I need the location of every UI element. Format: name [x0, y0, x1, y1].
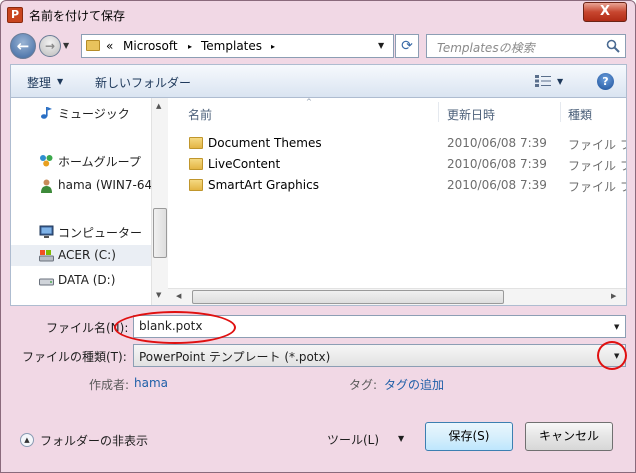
sidebar-item-music[interactable]: ミュージック	[11, 102, 151, 123]
sidebar-item-homegroup[interactable]: ホームグループ	[11, 150, 151, 171]
address-bar[interactable]: « Microsoft ▸ Templates ▸ ▼	[81, 34, 394, 58]
new-folder-button[interactable]: 新しいフォルダー	[95, 74, 191, 91]
folder-icon	[189, 179, 203, 191]
sidebar-item-drive-d[interactable]: DATA (D:)	[11, 270, 151, 291]
file-name: Document Themes	[208, 136, 322, 150]
sidebar-item-label: ホームグループ	[58, 155, 141, 169]
sidebar-item-label: コンピューター	[58, 226, 143, 240]
column-header-type[interactable]: 種類	[568, 106, 592, 123]
save-button[interactable]: 保存(S)	[425, 422, 513, 451]
file-type: ファイル フ	[568, 138, 626, 152]
navigation-pane: ミュージック ホームグループ hama (WIN7-64 コンピューター ACE…	[11, 98, 151, 305]
save-as-dialog: P 名前を付けて保存 X ← → ▼ « Microsoft ▸ Templat…	[0, 0, 636, 473]
file-date: 2010/06/08 7:39	[447, 136, 547, 150]
view-options-icon[interactable]	[535, 75, 551, 87]
user-icon	[41, 179, 52, 193]
back-button[interactable]: ←	[10, 33, 36, 59]
author-label: 作成者:	[89, 378, 130, 392]
file-list: ^ 名前 更新日時 種類 Document Themes 2010/06/08 …	[168, 98, 626, 305]
filetype-select[interactable]: PowerPoint テンプレート (*.potx) ▼	[133, 344, 626, 367]
file-name: SmartArt Graphics	[208, 178, 319, 192]
horizontal-scrollbar[interactable]: ◀ ▶	[168, 288, 626, 305]
file-type: ファイル フ	[568, 159, 626, 173]
folder-icon	[189, 137, 203, 149]
file-name: LiveContent	[208, 157, 281, 171]
filetype-value: PowerPoint テンプレート (*.potx)	[139, 350, 331, 364]
file-row[interactable]: SmartArt Graphics 2010/06/08 7:39 ファイル フ	[168, 175, 626, 196]
column-header-date[interactable]: 更新日時	[447, 106, 495, 123]
breadcrumb-chevron-icon[interactable]: ▸	[271, 42, 275, 51]
hide-folders-label: フォルダーの非表示	[40, 434, 149, 448]
breadcrumb-overflow[interactable]: «	[106, 39, 113, 53]
chevron-down-icon[interactable]: ▼	[614, 352, 619, 360]
sidebar-scrollbar[interactable]: ▲ ▼	[151, 98, 168, 305]
scrollbar-thumb[interactable]	[153, 208, 167, 258]
sidebar-item-label: ミュージック	[58, 107, 130, 121]
file-date: 2010/06/08 7:39	[447, 157, 547, 171]
title-bar: P 名前を付けて保存 X	[1, 1, 635, 29]
history-dropdown-icon[interactable]: ▼	[63, 41, 69, 50]
navigation-bar: ← → ▼ « Microsoft ▸ Templates ▸ ▼ ⟳ Temp…	[1, 29, 635, 64]
scroll-left-icon[interactable]: ◀	[176, 292, 181, 300]
filename-input[interactable]: blank.potx ▼	[133, 315, 626, 338]
sort-ascending-icon: ^	[306, 98, 312, 106]
organize-button[interactable]: 整理	[27, 74, 51, 91]
homegroup-icon	[40, 155, 53, 167]
cancel-button[interactable]: キャンセル	[525, 422, 613, 451]
scroll-down-icon[interactable]: ▼	[156, 291, 161, 299]
file-row[interactable]: Document Themes 2010/06/08 7:39 ファイル フ	[168, 133, 626, 154]
scroll-right-icon[interactable]: ▶	[611, 292, 616, 300]
powerpoint-icon: P	[7, 7, 23, 23]
file-type: ファイル フ	[568, 180, 626, 194]
address-dropdown-icon[interactable]: ▼	[378, 41, 384, 50]
search-icon[interactable]	[606, 39, 620, 53]
sidebar-item-drive-c[interactable]: ACER (C:)	[11, 245, 151, 266]
breadcrumb-chevron-icon[interactable]: ▸	[188, 42, 192, 51]
close-button[interactable]: X	[583, 2, 627, 22]
chevron-down-icon[interactable]: ▼	[557, 77, 563, 86]
sidebar-item-user[interactable]: hama (WIN7-64	[11, 175, 151, 196]
tools-button[interactable]: ツール(L)	[327, 431, 379, 448]
file-date: 2010/06/08 7:39	[447, 178, 547, 192]
column-divider[interactable]	[560, 102, 561, 122]
window-title: 名前を付けて保存	[29, 9, 126, 23]
sidebar-item-label: ACER (C:)	[58, 248, 116, 262]
chevron-up-icon: ▲	[20, 433, 34, 447]
author-field[interactable]: hama	[134, 376, 168, 390]
forward-button[interactable]: →	[39, 35, 61, 57]
filename-label: ファイル名(N):	[46, 321, 129, 335]
drive-icon	[39, 250, 54, 262]
filetype-label: ファイルの種類(T):	[22, 350, 127, 364]
browser-panes: ミュージック ホームグループ hama (WIN7-64 コンピューター ACE…	[10, 97, 627, 306]
filename-value: blank.potx	[139, 319, 203, 333]
tag-label: タグ:	[349, 378, 378, 392]
folder-icon	[189, 158, 203, 170]
breadcrumb-templates[interactable]: Templates	[201, 39, 262, 53]
breadcrumb-microsoft[interactable]: Microsoft	[123, 39, 178, 53]
column-divider[interactable]	[438, 102, 439, 122]
drive-icon	[39, 278, 54, 286]
command-toolbar: 整理 ▼ 新しいフォルダー ▼ ?	[10, 64, 627, 97]
folder-icon	[86, 40, 100, 51]
chevron-down-icon[interactable]: ▼	[57, 77, 63, 86]
music-icon	[41, 107, 52, 119]
scroll-up-icon[interactable]: ▲	[156, 102, 161, 110]
chevron-down-icon[interactable]: ▼	[398, 434, 404, 443]
help-button[interactable]: ?	[597, 73, 614, 90]
refresh-button[interactable]: ⟳	[395, 34, 419, 58]
scrollbar-thumb[interactable]	[192, 290, 504, 304]
column-header-name[interactable]: 名前	[188, 106, 212, 123]
sidebar-item-label: hama (WIN7-64	[58, 178, 151, 192]
file-row[interactable]: LiveContent 2010/06/08 7:39 ファイル フ	[168, 154, 626, 175]
sidebar-item-computer[interactable]: コンピューター	[11, 221, 151, 242]
search-input[interactable]: Templatesの検索	[426, 34, 626, 58]
sidebar-item-label: DATA (D:)	[58, 273, 116, 287]
search-placeholder: Templatesの検索	[437, 41, 535, 55]
add-tag-field[interactable]: タグの追加	[384, 376, 444, 393]
chevron-down-icon[interactable]: ▼	[614, 323, 619, 331]
computer-icon	[39, 225, 54, 238]
